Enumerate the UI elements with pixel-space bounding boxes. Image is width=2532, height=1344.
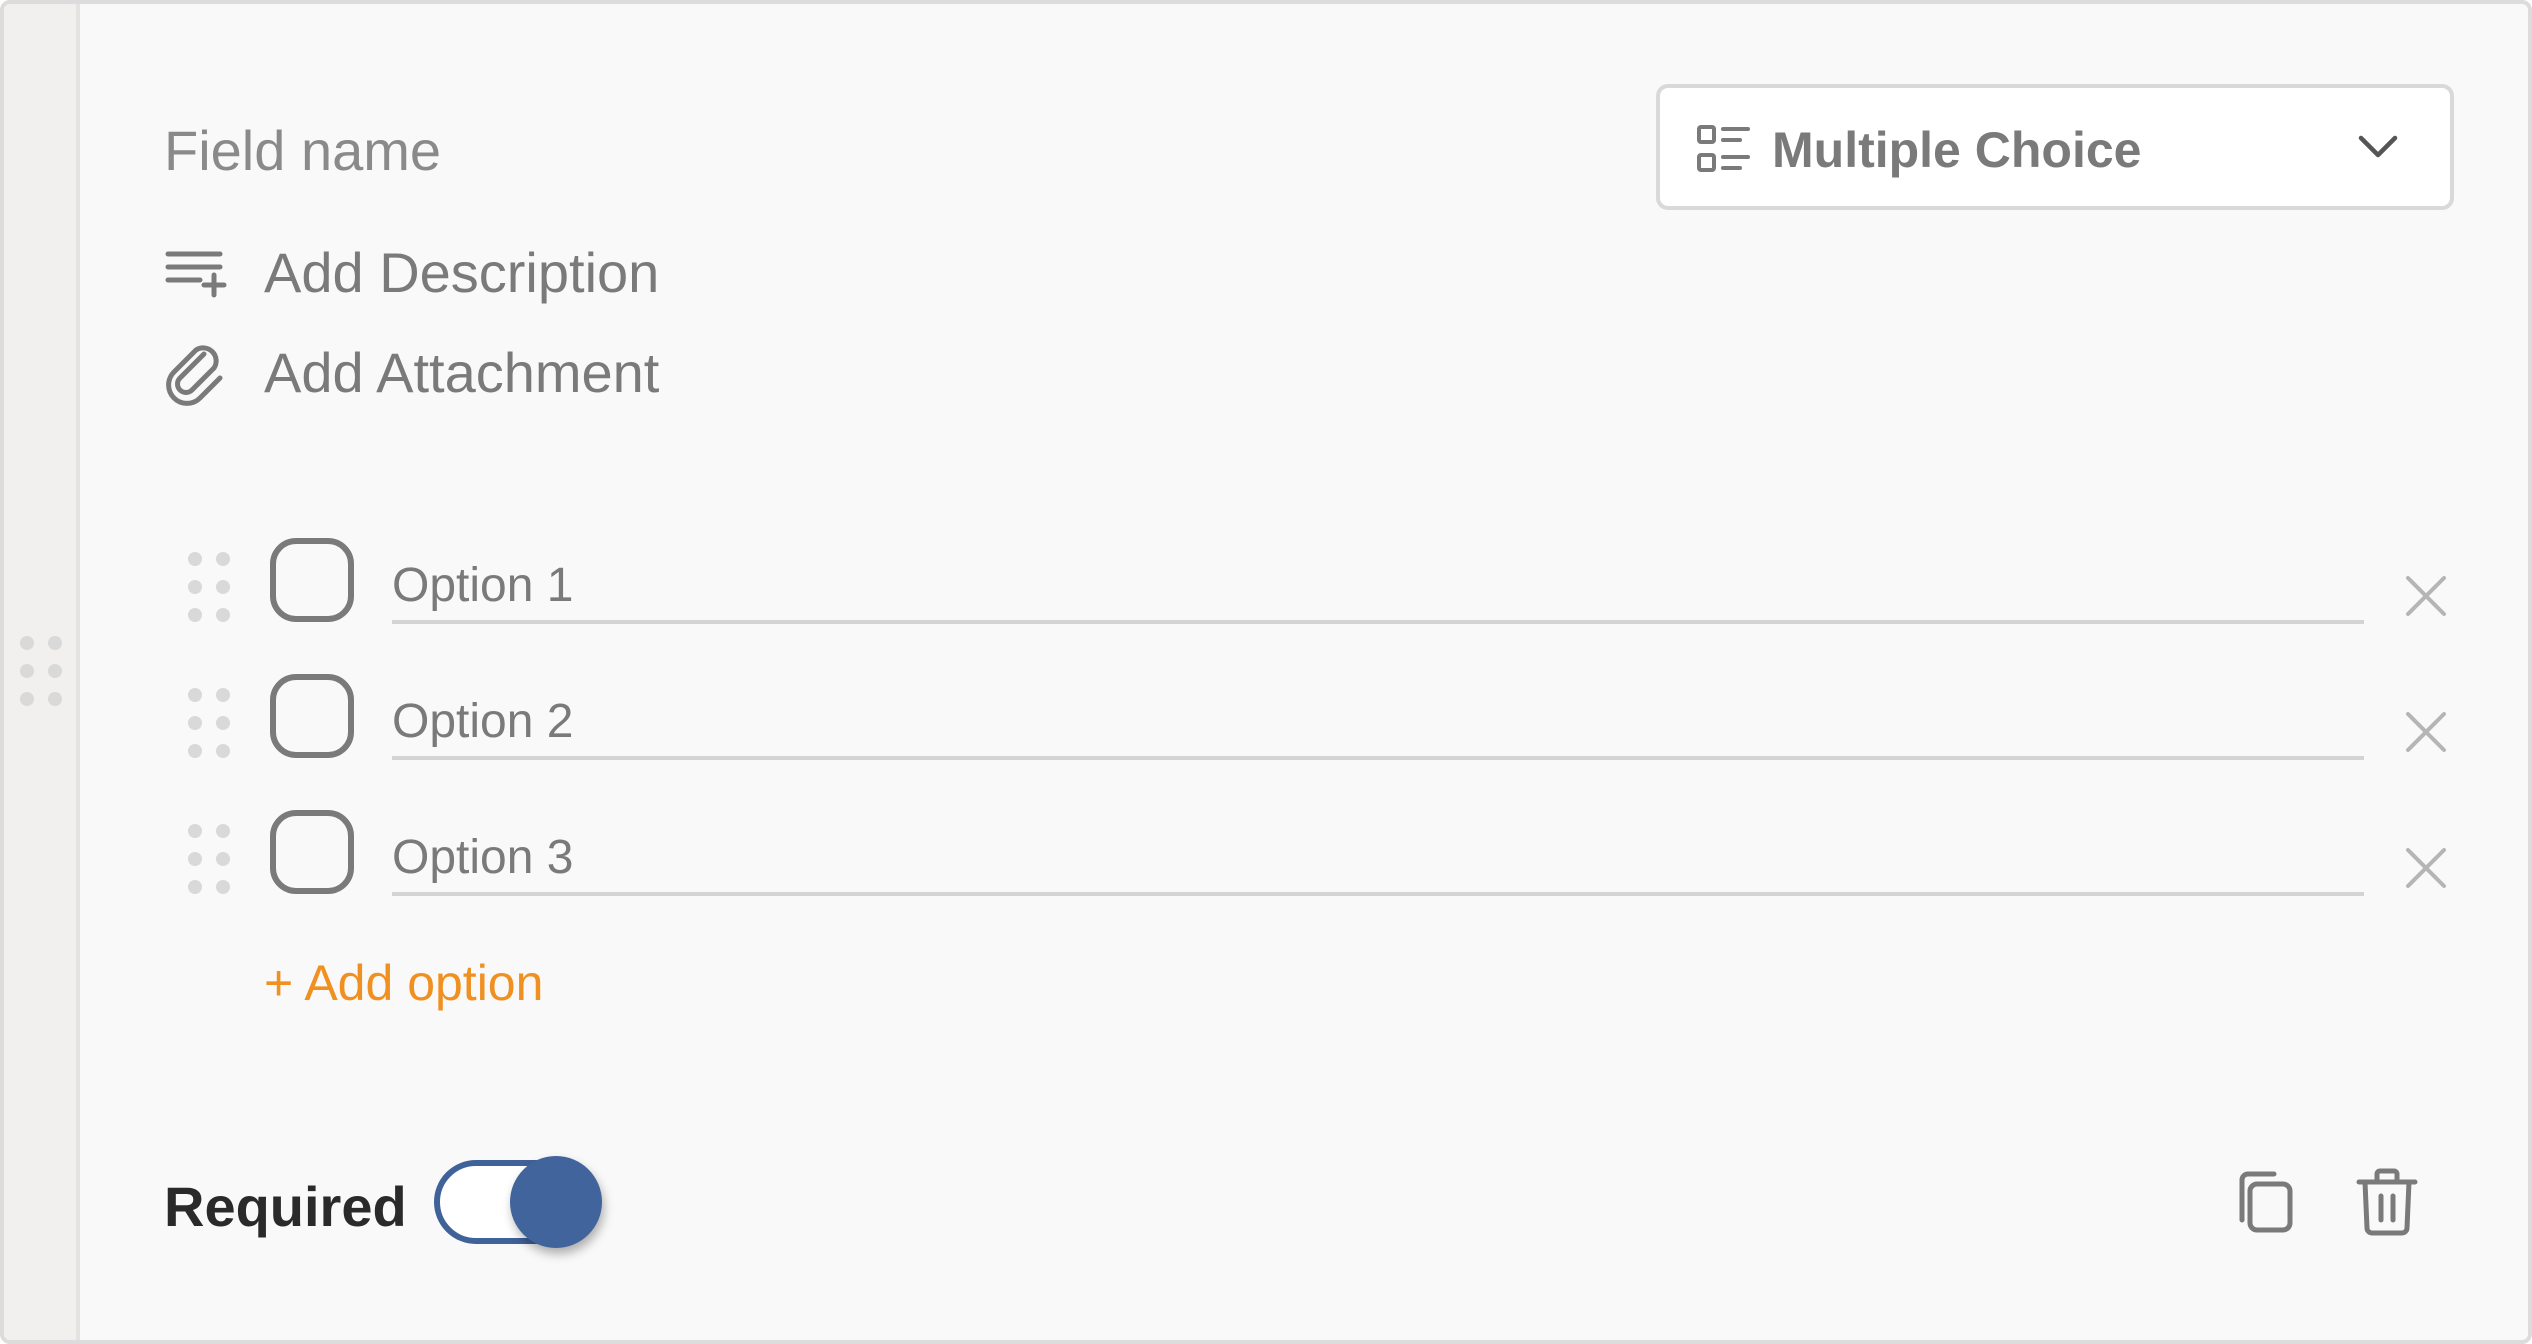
close-icon[interactable]: [2404, 710, 2448, 754]
option-checkbox[interactable]: [270, 674, 354, 758]
trash-icon[interactable]: [2356, 1168, 2418, 1236]
add-option-button[interactable]: + Add option: [264, 952, 543, 1014]
add-description-label: Add Description: [264, 241, 660, 304]
field-name-input[interactable]: Field name: [164, 116, 441, 186]
option-checkbox[interactable]: [270, 810, 354, 894]
field-type-label: Multiple Choice: [1772, 122, 2142, 178]
paperclip-icon: [166, 345, 223, 406]
add-description-button[interactable]: Add Description: [164, 238, 659, 308]
option-input[interactable]: Option 2: [392, 674, 2364, 760]
required-toggle[interactable]: [434, 1156, 602, 1248]
toggle-knob: [510, 1156, 602, 1248]
drag-handle-icon[interactable]: [188, 824, 230, 894]
option-input[interactable]: Option 1: [392, 538, 2364, 624]
close-icon[interactable]: [2404, 574, 2448, 618]
add-attachment-label: Add Attachment: [264, 341, 660, 404]
text-plus-icon: [165, 251, 227, 298]
drag-handle-icon[interactable]: [188, 552, 230, 622]
chevron-down-icon: [2358, 135, 2398, 158]
close-icon[interactable]: [2404, 846, 2448, 890]
option-checkbox[interactable]: [270, 538, 354, 622]
option-row: Option 3: [4, 810, 2528, 910]
duplicate-icon[interactable]: [2232, 1168, 2296, 1236]
required-label: Required: [164, 1175, 407, 1238]
option-row: Option 1: [4, 538, 2528, 638]
option-text: Option 1: [392, 559, 574, 612]
list-checkbox-icon: [1697, 125, 1750, 172]
option-text: Option 2: [392, 695, 574, 748]
option-row: Option 2: [4, 674, 2528, 774]
option-input[interactable]: Option 3: [392, 810, 2364, 896]
add-attachment-button[interactable]: Add Attachment: [164, 338, 659, 408]
drag-handle-icon[interactable]: [188, 688, 230, 758]
field-type-dropdown[interactable]: Multiple Choice: [1656, 84, 2454, 210]
option-text: Option 3: [392, 831, 574, 884]
card-drag-handle[interactable]: [4, 4, 80, 1340]
field-card: Field name Multiple Choice Add Descripti…: [0, 0, 2532, 1344]
